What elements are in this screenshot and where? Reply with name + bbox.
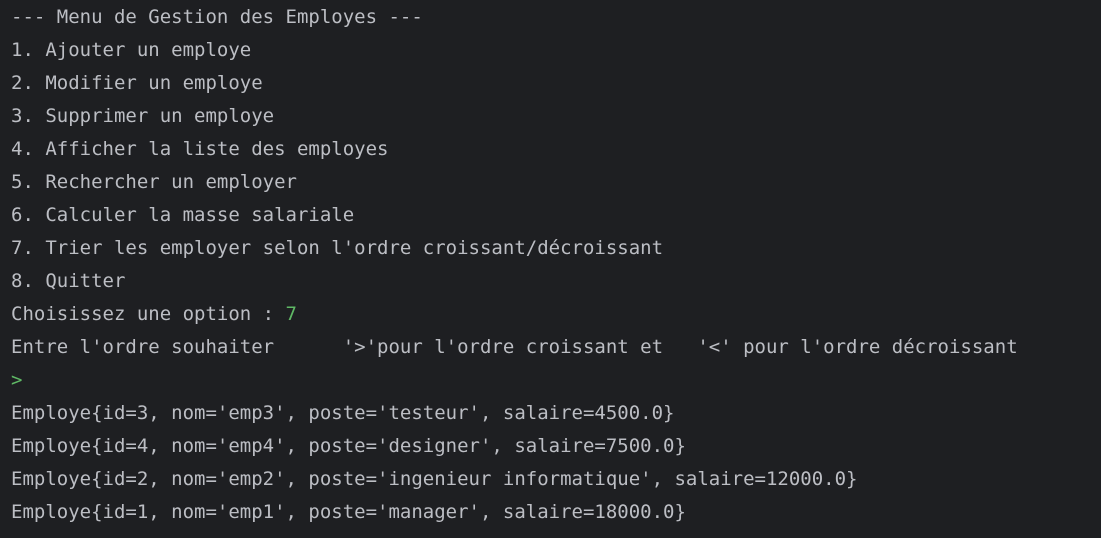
menu-item-ajouter: 1. Ajouter un employe	[11, 39, 252, 61]
order-user-input: >	[11, 369, 23, 391]
menu-item-supprimer: 3. Supprimer un employe	[11, 105, 275, 127]
menu-item-quitter: 8. Quitter	[11, 270, 126, 292]
menu-item-modifier: 2. Modifier un employe	[11, 72, 263, 94]
option-prompt: Choisissez une option :	[11, 303, 286, 325]
order-prompt: Entre l'ordre souhaiter '>'pour l'ordre …	[11, 336, 1018, 358]
result-line: Employe{id=4, nom='emp4', poste='designe…	[11, 435, 686, 457]
menu-title: --- Menu de Gestion des Employes ---	[11, 6, 423, 28]
option-user-input: 7	[285, 303, 297, 325]
console-output[interactable]: --- Menu de Gestion des Employes --- 1. …	[0, 0, 1101, 538]
result-line: Employe{id=3, nom='emp3', poste='testeur…	[11, 402, 675, 424]
menu-item-afficher: 4. Afficher la liste des employes	[11, 138, 389, 160]
menu-item-trier: 7. Trier les employer selon l'ordre croi…	[11, 237, 664, 259]
option-prompt-line: Choisissez une option : 7	[11, 300, 1101, 333]
result-line: Employe{id=1, nom='emp1', poste='manager…	[11, 501, 686, 523]
menu-item-calculer: 6. Calculer la masse salariale	[11, 204, 355, 226]
result-line: Employe{id=2, nom='emp2', poste='ingenie…	[11, 468, 858, 490]
menu-item-rechercher: 5. Rechercher un employer	[11, 171, 297, 193]
